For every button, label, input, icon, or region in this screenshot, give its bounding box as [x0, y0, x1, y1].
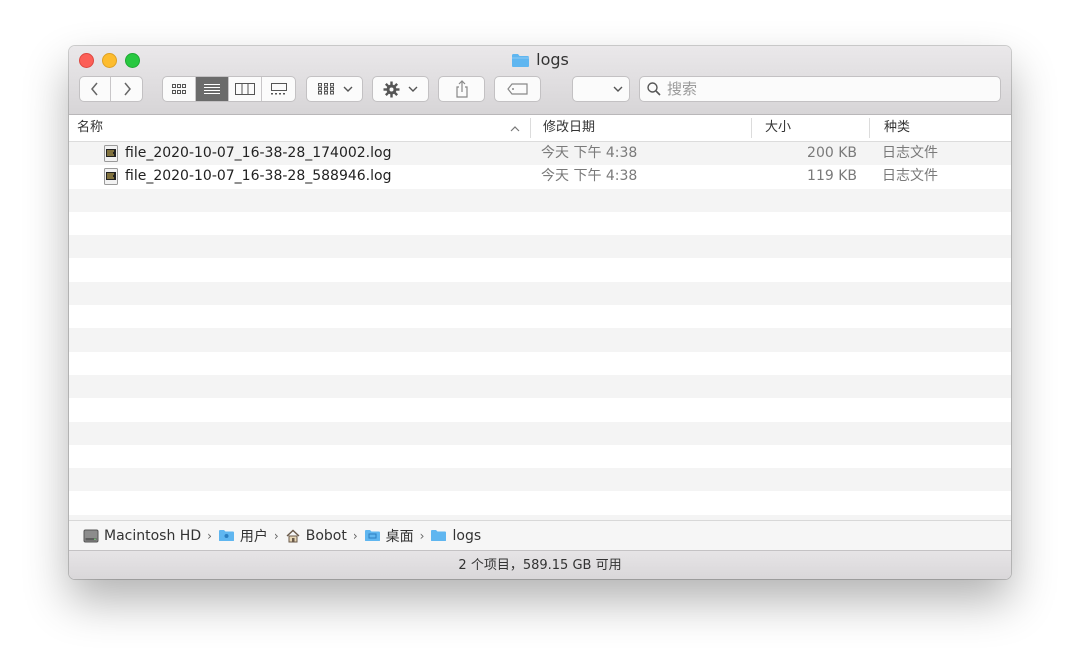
empty-row [69, 491, 1011, 515]
file-date: 今天 下午 4:38 [541, 145, 638, 161]
empty-row [69, 305, 1011, 329]
empty-row [69, 421, 1011, 445]
status-bar: 2 个项目，589.15 GB 可用 [69, 550, 1011, 579]
list-view-button[interactable] [196, 77, 229, 101]
chevron-right-icon: › [352, 528, 358, 543]
path-label: 用户 [239, 528, 268, 545]
chevron-left-icon [91, 82, 98, 96]
chevron-right-icon: › [419, 528, 425, 543]
gallery-view-button[interactable] [262, 77, 295, 101]
file-size: 200 KB [807, 145, 857, 161]
path-dropdown[interactable] [572, 76, 630, 102]
nav-buttons [79, 76, 143, 102]
tag-button[interactable] [494, 76, 541, 102]
search-field[interactable] [639, 76, 1001, 102]
empty-row [69, 188, 1011, 212]
path-label: logs [452, 527, 482, 544]
group-icon [317, 83, 334, 95]
empty-row [69, 398, 1011, 422]
empty-row [69, 351, 1011, 375]
share-icon [455, 80, 468, 98]
action-button[interactable] [372, 76, 429, 102]
path-label: Macintosh HD [104, 527, 202, 544]
column-kind[interactable]: 种类 [884, 115, 1004, 141]
column-name[interactable]: 名称 [77, 115, 527, 141]
path-crumb-macintosh-hd[interactable]: Macintosh HD [83, 528, 201, 544]
path-label: Bobot [305, 527, 347, 544]
sort-ascending-icon[interactable] [510, 125, 520, 132]
hard-drive-icon [83, 529, 99, 542]
grid-icon [172, 84, 186, 94]
path-label: 桌面 [385, 528, 414, 545]
columns-icon [235, 83, 255, 95]
desktop-folder-icon [364, 530, 380, 541]
column-date-label: 修改日期 [543, 120, 596, 135]
view-mode-segment [162, 76, 296, 102]
users-folder-icon [218, 530, 234, 541]
empty-row [69, 468, 1011, 492]
empty-row [69, 258, 1011, 282]
window-title: logs [69, 50, 1011, 70]
path-crumb-users[interactable]: 用户 [218, 526, 268, 546]
finder-window: logs 搜索 名称 修改日期 大小 种类 file_2020-10-07_16… [69, 46, 1011, 579]
path-bar: Macintosh HD › 用户 › Bobot › 桌面 › logs [69, 520, 1011, 550]
column-header: 名称 修改日期 大小 种类 [69, 115, 1011, 142]
icon-view-button[interactable] [163, 77, 196, 101]
tag-icon [506, 83, 528, 95]
path-crumb-home[interactable]: Bobot [285, 528, 347, 544]
chevron-right-icon [123, 82, 131, 96]
chevron-down-icon [408, 86, 418, 92]
column-name-label: 名称 [77, 120, 104, 135]
gear-icon [383, 81, 400, 97]
path-crumb-desktop[interactable]: 桌面 [364, 526, 414, 546]
forward-button[interactable] [111, 77, 142, 101]
column-size[interactable]: 大小 [765, 115, 865, 141]
toolbar: logs [69, 46, 1011, 115]
window-title-text: logs [536, 50, 569, 69]
status-text: 2 个项目，589.15 GB 可用 [458, 558, 622, 573]
empty-row [69, 374, 1011, 399]
gallery-icon [270, 83, 287, 95]
back-button[interactable] [80, 77, 111, 101]
column-divider[interactable] [751, 118, 752, 138]
empty-row [69, 235, 1011, 259]
column-size-label: 大小 [765, 120, 792, 135]
file-name: file_2020-10-07_16-38-28_588946.log [125, 168, 392, 185]
list-icon [204, 84, 220, 94]
empty-row [69, 328, 1011, 352]
chevron-down-icon [343, 86, 352, 92]
folder-icon [511, 53, 530, 72]
path-crumb-logs[interactable]: logs [430, 528, 481, 544]
empty-row [69, 281, 1011, 306]
column-divider[interactable] [869, 118, 870, 138]
empty-row [69, 444, 1011, 469]
file-list: file_2020-10-07_16-38-28_174002.log 今天 下… [69, 142, 1011, 520]
group-by-button[interactable] [306, 76, 363, 102]
search-input[interactable] [665, 79, 989, 99]
column-kind-label: 种类 [884, 120, 911, 135]
chevron-right-icon: › [207, 528, 212, 543]
column-view-button[interactable] [229, 77, 262, 101]
file-kind: 日志文件 [882, 168, 938, 185]
log-file-icon [104, 168, 118, 186]
column-date[interactable]: 修改日期 [543, 115, 753, 141]
chevron-right-icon: › [273, 528, 279, 543]
file-name: file_2020-10-07_16-38-28_174002.log [125, 145, 392, 161]
file-size: 119 KB [807, 168, 857, 185]
share-button[interactable] [438, 76, 485, 102]
folder-icon [431, 530, 447, 541]
log-file-icon [104, 145, 118, 162]
file-kind: 日志文件 [882, 145, 938, 161]
chevron-down-icon [613, 86, 623, 92]
home-icon [286, 529, 300, 542]
search-icon [647, 82, 661, 96]
file-row[interactable]: file_2020-10-07_16-38-28_174002.log 今天 下… [69, 142, 1011, 166]
empty-row [69, 211, 1011, 236]
column-divider[interactable] [530, 118, 531, 138]
file-row[interactable]: file_2020-10-07_16-38-28_588946.log 今天 下… [69, 165, 1011, 189]
file-date: 今天 下午 4:38 [541, 168, 638, 185]
